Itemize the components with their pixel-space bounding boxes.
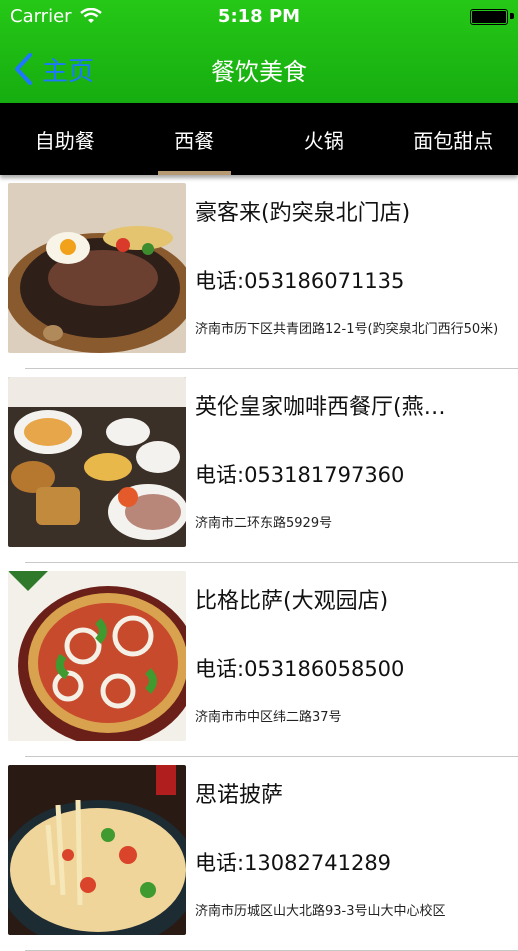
list-item[interactable]: 比格比萨(大观园店) 电话:053186058500 济南市市中区纬二路37号: [0, 563, 518, 757]
nav-header: Carrier 5:18 PM 主页 餐饮美食: [0, 0, 518, 103]
status-bar: Carrier 5:18 PM: [0, 0, 518, 34]
tab-bakery[interactable]: 面包甜点: [389, 103, 518, 175]
pizza-photo: [8, 571, 186, 741]
restaurant-list: 豪客来(趵突泉北门店) 电话:053186071135 济南市历下区共青团路12…: [0, 175, 518, 951]
restaurant-phone[interactable]: 电话:053186058500: [195, 653, 404, 683]
clock: 5:18 PM: [0, 6, 518, 27]
page-title: 餐饮美食: [0, 52, 518, 87]
battery-icon: [470, 9, 508, 25]
restaurant-address: 济南市二环东路5929号: [195, 514, 513, 534]
tab-buffet[interactable]: 自助餐: [0, 103, 130, 175]
restaurant-address: 济南市历下区共青团路12-1号(趵突泉北门西行50米): [195, 320, 513, 340]
restaurant-name: 英伦皇家咖啡西餐厅(燕…: [195, 389, 495, 421]
tab-western[interactable]: 西餐: [130, 103, 260, 175]
cheese-pizza-photo: [8, 765, 186, 935]
list-item[interactable]: 豪客来(趵突泉北门店) 电话:053186071135 济南市历下区共青团路12…: [0, 175, 518, 369]
restaurant-address: 济南市历城区山大北路93-3号山大中心校区: [195, 902, 513, 922]
tab-hotpot[interactable]: 火锅: [259, 103, 389, 175]
restaurant-name: 豪客来(趵突泉北门店): [195, 195, 495, 227]
restaurant-phone[interactable]: 电话:053186071135: [195, 265, 404, 295]
restaurant-name: 思诺披萨: [195, 777, 495, 809]
battery-tip: [510, 13, 514, 19]
restaurant-phone[interactable]: 电话:053181797360: [195, 459, 404, 489]
list-item[interactable]: 英伦皇家咖啡西餐厅(燕… 电话:053181797360 济南市二环东路5929…: [0, 369, 518, 563]
restaurant-phone[interactable]: 电话:13082741289: [195, 847, 391, 877]
western-meal-photo: [8, 377, 186, 547]
category-tabs: 自助餐 西餐 火锅 面包甜点: [0, 103, 518, 175]
restaurant-address: 济南市市中区纬二路37号: [195, 708, 513, 728]
restaurant-name: 比格比萨(大观园店): [195, 583, 495, 615]
steak-photo: [8, 183, 186, 353]
list-item[interactable]: 思诺披萨 电话:13082741289 济南市历城区山大北路93-3号山大中心校…: [0, 757, 518, 951]
